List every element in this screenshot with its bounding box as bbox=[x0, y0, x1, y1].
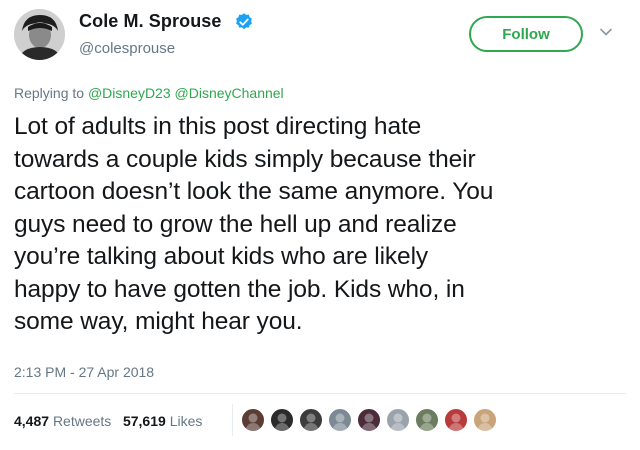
retweets-label: Retweets bbox=[52, 413, 112, 429]
tweet-text-line: you’re talking about kids who are likely bbox=[14, 243, 429, 270]
avatar-icon bbox=[303, 413, 319, 431]
liker-avatar[interactable] bbox=[269, 407, 295, 433]
divider bbox=[14, 393, 626, 394]
tweet-text-line: Lot of adults in this post directing hat… bbox=[14, 113, 422, 140]
mention-link[interactable]: @DisneyD23 bbox=[88, 85, 171, 101]
liker-avatar[interactable] bbox=[472, 407, 498, 433]
tweet-text-line: towards a couple kids simply because the… bbox=[14, 145, 476, 173]
avatar-icon bbox=[14, 9, 65, 60]
tweet-text-line: happy to have gotten the job. Kids who, … bbox=[14, 275, 465, 303]
mention-link[interactable]: @DisneyChannel bbox=[175, 85, 284, 101]
retweets-stat[interactable]: 4,487 Retweets bbox=[14, 413, 111, 429]
likes-stat[interactable]: 57,619 Likes bbox=[123, 413, 202, 429]
tweet-card: Cole M. Sprouse @colesprouse Follow Repl… bbox=[0, 0, 640, 450]
avatar-icon bbox=[332, 413, 348, 431]
liker-avatar[interactable] bbox=[414, 407, 440, 433]
avatar-icon bbox=[274, 413, 290, 431]
tweet-timestamp[interactable]: 2:13 PM - 27 Apr 2018 bbox=[14, 364, 154, 380]
likes-label: Likes bbox=[169, 413, 203, 429]
liker-avatar[interactable] bbox=[240, 407, 266, 433]
liker-avatar[interactable] bbox=[298, 407, 324, 433]
stats-separator bbox=[232, 404, 233, 436]
tweet-text: Lot of adults in this post directing hat… bbox=[14, 111, 626, 339]
chevron-down-icon[interactable] bbox=[598, 24, 614, 40]
author-name[interactable]: Cole M. Sprouse bbox=[79, 11, 222, 32]
follow-button[interactable]: Follow bbox=[469, 16, 583, 52]
avatar-icon bbox=[245, 413, 261, 431]
author-avatar[interactable] bbox=[14, 9, 65, 60]
liker-avatar[interactable] bbox=[356, 407, 382, 433]
tweet-stats: 4,487 Retweets 57,619 Likes bbox=[14, 413, 202, 429]
liker-avatar[interactable] bbox=[385, 407, 411, 433]
avatar-icon bbox=[361, 413, 377, 431]
avatar-icon bbox=[390, 413, 406, 431]
author-handle[interactable]: @colesprouse bbox=[79, 40, 175, 57]
avatar-icon bbox=[477, 413, 493, 431]
likes-count: 57,619 bbox=[122, 413, 166, 429]
avatar-icon bbox=[448, 413, 464, 431]
avatar-icon bbox=[419, 413, 435, 431]
reply-context: Replying to @DisneyD23 @DisneyChannel bbox=[14, 85, 284, 101]
liker-avatar[interactable] bbox=[443, 407, 469, 433]
tweet-text-line: guys need to grow the hell up and realiz… bbox=[14, 210, 457, 238]
tweet-text-line: cartoon doesn’t look the same anymore. Y… bbox=[14, 178, 494, 205]
retweets-count: 4,487 bbox=[14, 413, 50, 429]
reply-prefix: Replying to bbox=[14, 85, 88, 101]
liker-avatar[interactable] bbox=[327, 407, 353, 433]
verified-badge-icon bbox=[236, 13, 252, 30]
tweet-text-line: some way, might hear you. bbox=[14, 308, 303, 335]
